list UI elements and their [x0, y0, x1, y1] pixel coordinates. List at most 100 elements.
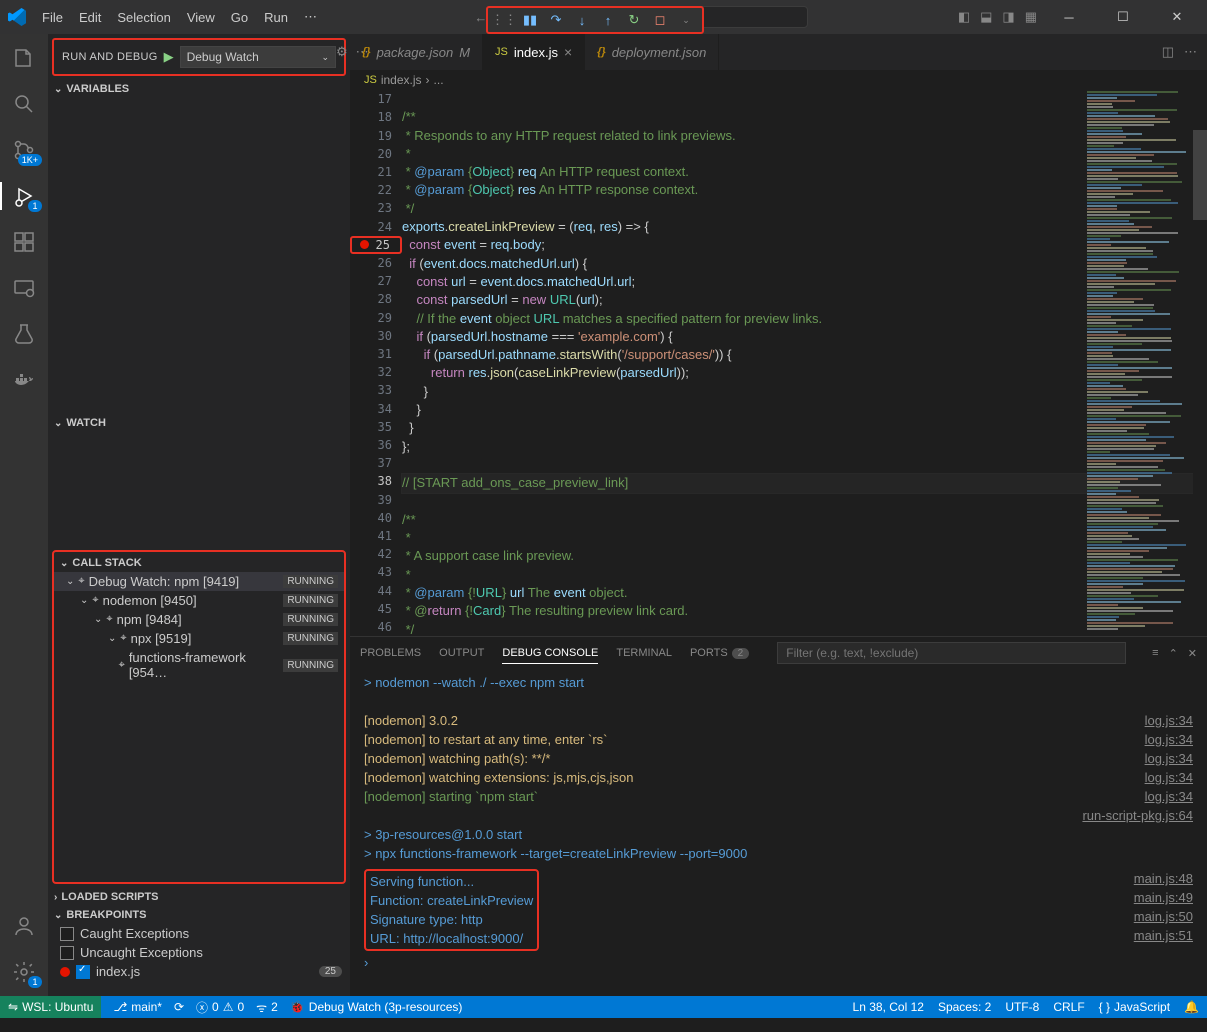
- more-icon[interactable]: ⋯: [1184, 44, 1197, 60]
- split-editor-icon[interactable]: ◫: [1162, 44, 1174, 60]
- variables-header[interactable]: ⌄VARIABLES: [48, 80, 350, 98]
- breakpoint-file-row[interactable]: index.js25: [52, 962, 350, 981]
- step-out-icon[interactable]: ↑: [596, 8, 620, 32]
- source-link[interactable]: log.js:34: [1145, 768, 1193, 787]
- gear-icon[interactable]: ⚙: [336, 44, 348, 60]
- variables-body: [48, 98, 350, 414]
- testing-icon[interactable]: [10, 320, 38, 348]
- source-link[interactable]: log.js:34: [1145, 787, 1193, 806]
- drag-handle-icon[interactable]: ⋮⋮: [492, 8, 516, 32]
- search-icon[interactable]: [10, 90, 38, 118]
- step-into-icon[interactable]: ↓: [570, 8, 594, 32]
- close-button[interactable]: ✕: [1155, 0, 1199, 34]
- source-link[interactable]: main.js:50: [1134, 907, 1193, 926]
- run-debug-icon[interactable]: 1: [10, 182, 38, 210]
- breadcrumbs[interactable]: JS index.js›...: [350, 70, 1207, 90]
- source-link[interactable]: main.js:48: [1134, 869, 1193, 888]
- minimap[interactable]: [1083, 90, 1193, 636]
- panel-close-icon[interactable]: ✕: [1188, 647, 1197, 660]
- layout-panel-left-icon[interactable]: ◧: [958, 9, 970, 25]
- settings-icon[interactable]: 1: [10, 958, 38, 986]
- source-link[interactable]: log.js:34: [1145, 730, 1193, 749]
- editor-tab[interactable]: {}package.jsonM: [350, 34, 483, 70]
- callstack-row[interactable]: ⌖functions-framework [954…RUNNING: [54, 648, 344, 682]
- callstack-row[interactable]: ⌄⌖npx [9519]RUNNING: [54, 629, 344, 648]
- maximize-button[interactable]: ☐: [1101, 0, 1145, 34]
- explorer-icon[interactable]: [10, 44, 38, 72]
- uncaught-exceptions-row[interactable]: Uncaught Exceptions: [52, 943, 350, 962]
- menu-selection[interactable]: Selection: [109, 6, 178, 29]
- menu-run[interactable]: Run: [256, 6, 296, 29]
- pause-icon[interactable]: ▮▮: [518, 8, 542, 32]
- language-mode[interactable]: { }JavaScript: [1099, 1000, 1170, 1014]
- eol[interactable]: CRLF: [1053, 1000, 1084, 1014]
- menu-more[interactable]: ⋯: [296, 5, 325, 29]
- menu-file[interactable]: File: [34, 6, 71, 29]
- start-debug-icon[interactable]: ▶: [164, 49, 174, 65]
- debug-console-body[interactable]: > nodemon --watch ./ --exec npm start [n…: [350, 669, 1207, 996]
- notifications-icon[interactable]: 🔔: [1184, 1000, 1199, 1014]
- remote-explorer-icon[interactable]: [10, 274, 38, 302]
- encoding[interactable]: UTF-8: [1005, 1000, 1039, 1014]
- filter-input[interactable]: [777, 642, 1126, 664]
- cursor-position[interactable]: Ln 38, Col 12: [853, 1000, 924, 1014]
- editor-tab[interactable]: JSindex.js×: [483, 34, 585, 70]
- debug-toolbar[interactable]: ⋮⋮ ▮▮ ↷ ↓ ↑ ↻ ◻ ⌄: [486, 6, 704, 34]
- callstack-row[interactable]: ⌄⌖npm [9484]RUNNING: [54, 610, 344, 629]
- menu-edit[interactable]: Edit: [71, 6, 109, 29]
- source-link[interactable]: main.js:51: [1134, 926, 1193, 945]
- breakpoints-header[interactable]: ⌄BREAKPOINTS: [48, 906, 350, 924]
- source-link[interactable]: run-script-pkg.js:64: [1082, 806, 1193, 825]
- checkbox[interactable]: [60, 927, 74, 941]
- loaded-scripts-header[interactable]: ›LOADED SCRIPTS: [48, 888, 350, 906]
- gutter[interactable]: 1718192021222324252627282930313233343536…: [350, 90, 402, 636]
- panel-tab-output[interactable]: OUTPUT: [439, 643, 484, 663]
- editor-tab[interactable]: {}deployment.json: [585, 34, 719, 70]
- callstack-row[interactable]: ⌄⌖nodemon [9450]RUNNING: [54, 591, 344, 610]
- layout-panel-bottom-icon[interactable]: ⬓: [980, 9, 992, 25]
- docker-icon[interactable]: [10, 366, 38, 394]
- panel-tab-terminal[interactable]: TERMINAL: [616, 643, 672, 663]
- indentation[interactable]: Spaces: 2: [938, 1000, 991, 1014]
- minimize-button[interactable]: ─: [1047, 0, 1091, 34]
- breakpoint-dot-icon[interactable]: [360, 240, 369, 249]
- panel-tab-problems[interactable]: PROBLEMS: [360, 643, 421, 663]
- scrollbar-thumb[interactable]: [1193, 130, 1207, 220]
- layout-customize-icon[interactable]: ▦: [1025, 9, 1037, 25]
- filter-settings-icon[interactable]: ≡: [1152, 647, 1158, 660]
- panel-maximize-icon[interactable]: ⌃: [1169, 647, 1178, 660]
- restart-icon[interactable]: ↻: [622, 8, 646, 32]
- panel-tab-ports[interactable]: PORTS: [690, 643, 728, 663]
- extensions-icon[interactable]: [10, 228, 38, 256]
- debug-config-select[interactable]: Debug Watch ⌄: [180, 46, 336, 68]
- checkbox-checked[interactable]: [76, 965, 90, 979]
- callstack-row[interactable]: ⌄⌖Debug Watch: npm [9419]RUNNING: [54, 572, 344, 591]
- menu-view[interactable]: View: [179, 6, 223, 29]
- vertical-scrollbar[interactable]: [1193, 90, 1207, 636]
- callstack-header[interactable]: ⌄CALL STACK: [54, 554, 344, 572]
- problems-status[interactable]: ⓧ0⚠0: [196, 999, 244, 1016]
- source-link[interactable]: log.js:34: [1145, 711, 1193, 730]
- debug-status[interactable]: 🐞Debug Watch (3p-resources): [290, 1000, 463, 1014]
- debug-more-icon[interactable]: ⌄: [674, 8, 698, 32]
- source-link[interactable]: main.js:49: [1134, 888, 1193, 907]
- menu-go[interactable]: Go: [223, 6, 256, 29]
- watch-header[interactable]: ⌄WATCH: [48, 414, 350, 432]
- step-over-icon[interactable]: ↷: [544, 8, 568, 32]
- code-editor[interactable]: 1718192021222324252627282930313233343536…: [350, 90, 1207, 636]
- close-tab-icon[interactable]: ×: [564, 44, 572, 60]
- remote-indicator[interactable]: ⇋WSL: Ubuntu: [0, 996, 101, 1018]
- scm-icon[interactable]: 1K+: [10, 136, 38, 164]
- git-branch[interactable]: ⎇main*: [113, 1000, 162, 1014]
- accounts-icon[interactable]: [10, 912, 38, 940]
- stop-icon[interactable]: ◻: [648, 8, 672, 32]
- sync-button[interactable]: ⟳: [174, 1000, 184, 1014]
- bug-icon: 🐞: [290, 1000, 305, 1014]
- source-link[interactable]: log.js:34: [1145, 749, 1193, 768]
- checkbox[interactable]: [60, 946, 74, 960]
- panel-tab-debug-console[interactable]: DEBUG CONSOLE: [502, 643, 598, 664]
- scm-badge: 1K+: [18, 154, 42, 166]
- ports-status[interactable]: ᯤ2: [256, 999, 278, 1016]
- layout-panel-right-icon[interactable]: ◨: [1002, 9, 1014, 25]
- caught-exceptions-row[interactable]: Caught Exceptions: [52, 924, 350, 943]
